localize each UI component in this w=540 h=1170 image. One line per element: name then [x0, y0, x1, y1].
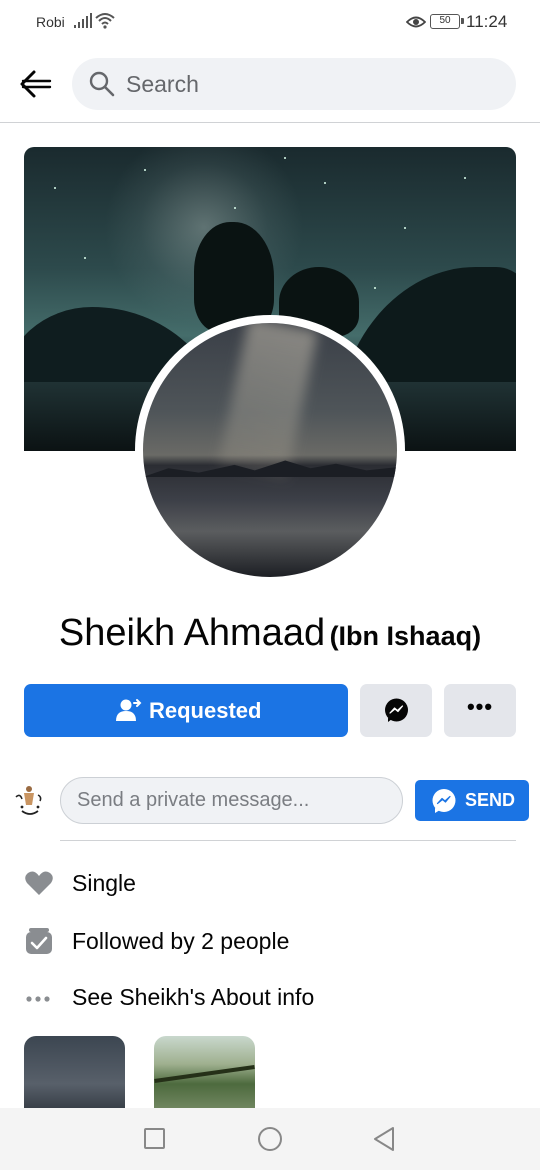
- search-placeholder: Search: [126, 71, 199, 97]
- search-bar[interactable]: Search: [72, 58, 516, 110]
- heart-icon: [24, 868, 54, 898]
- recent-apps-icon[interactable]: [144, 1128, 165, 1149]
- info-text: Followed by 2 people: [72, 928, 290, 954]
- followers-icon: [24, 926, 54, 956]
- photo-thumbnail[interactable]: [24, 1036, 125, 1116]
- send-button[interactable]: SEND: [415, 780, 529, 821]
- requested-label: Requested: [149, 698, 262, 723]
- back-triangle-icon[interactable]: [372, 1126, 396, 1157]
- info-followers[interactable]: Followed by 2 people: [24, 922, 516, 962]
- profile-nickname: (Ibn Ishaaq): [329, 621, 482, 651]
- header-divider: [0, 122, 540, 123]
- carrier-label: Robi: [36, 14, 65, 30]
- messenger-icon: [384, 698, 409, 728]
- messenger-button[interactable]: [360, 684, 432, 737]
- more-dots-icon: [24, 982, 54, 1012]
- search-icon: [88, 70, 116, 103]
- status-bar: Robi 50 11:24: [0, 0, 540, 46]
- profile-picture-image: [143, 323, 397, 577]
- friend-request-sent-icon: [116, 698, 142, 727]
- wifi-icon: [95, 12, 115, 35]
- user-avatar: [12, 783, 48, 819]
- branch-silhouette: [154, 1064, 255, 1084]
- back-arrow-icon[interactable]: [18, 66, 54, 102]
- profile-name: Sheikh Ahmaad (Ibn Ishaaq): [0, 612, 540, 655]
- photo-thumbnail[interactable]: [154, 1036, 255, 1116]
- private-message-input[interactable]: [60, 777, 403, 824]
- signal-icon: [74, 13, 92, 34]
- more-options-button[interactable]: •••: [444, 684, 516, 737]
- info-text: See Sheikh's About info: [72, 984, 315, 1010]
- more-dots-icon: •••: [466, 694, 494, 719]
- battery-icon: 50: [430, 14, 464, 29]
- eye-comfort-icon: [405, 15, 427, 34]
- home-icon[interactable]: [258, 1127, 282, 1151]
- info-relationship: Single: [24, 864, 516, 904]
- info-about[interactable]: See Sheikh's About info: [24, 978, 516, 1018]
- profile-name-main: Sheikh Ahmaad: [58, 612, 326, 654]
- requested-button[interactable]: Requested: [24, 684, 348, 737]
- send-label: SEND: [465, 790, 516, 810]
- clock: 11:24: [466, 12, 508, 31]
- info-text: Single: [72, 870, 136, 896]
- profile-picture[interactable]: [135, 315, 405, 585]
- section-divider: [60, 840, 516, 841]
- messenger-icon: [431, 788, 457, 819]
- milky-way-band: [218, 323, 318, 479]
- system-nav-bar: [0, 1108, 540, 1170]
